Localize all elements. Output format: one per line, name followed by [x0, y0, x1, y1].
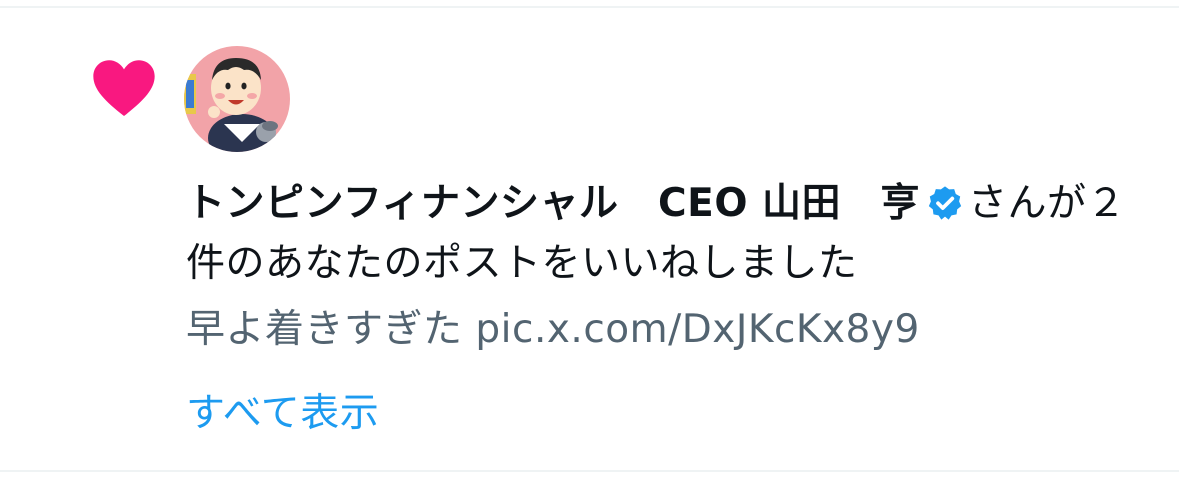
- notification-headline: トンピンフィナンシャル CEO 山田 亨さんが２件のあなたのポストをいいねしまし…: [186, 174, 1161, 294]
- post-preview[interactable]: 早よ着きすぎた pic.x.com/DxJKcKx8y9: [186, 302, 920, 358]
- heart-icon: [93, 60, 155, 116]
- like-notification[interactable]: トンピンフィナンシャル CEO 山田 亨さんが２件のあなたのポストをいいねしまし…: [0, 8, 1179, 470]
- avatar[interactable]: [184, 46, 290, 152]
- bottom-divider: [0, 470, 1179, 472]
- post-preview-link[interactable]: pic.x.com/DxJKcKx8y9: [475, 307, 919, 352]
- user-name[interactable]: トンピンフィナンシャル CEO 山田 亨: [186, 181, 920, 226]
- show-all-link[interactable]: すべて表示: [186, 386, 379, 442]
- verified-badge-icon: [928, 186, 962, 220]
- post-preview-text: 早よ着きすぎた: [186, 307, 463, 352]
- user-avatar-illustration: [184, 46, 290, 152]
